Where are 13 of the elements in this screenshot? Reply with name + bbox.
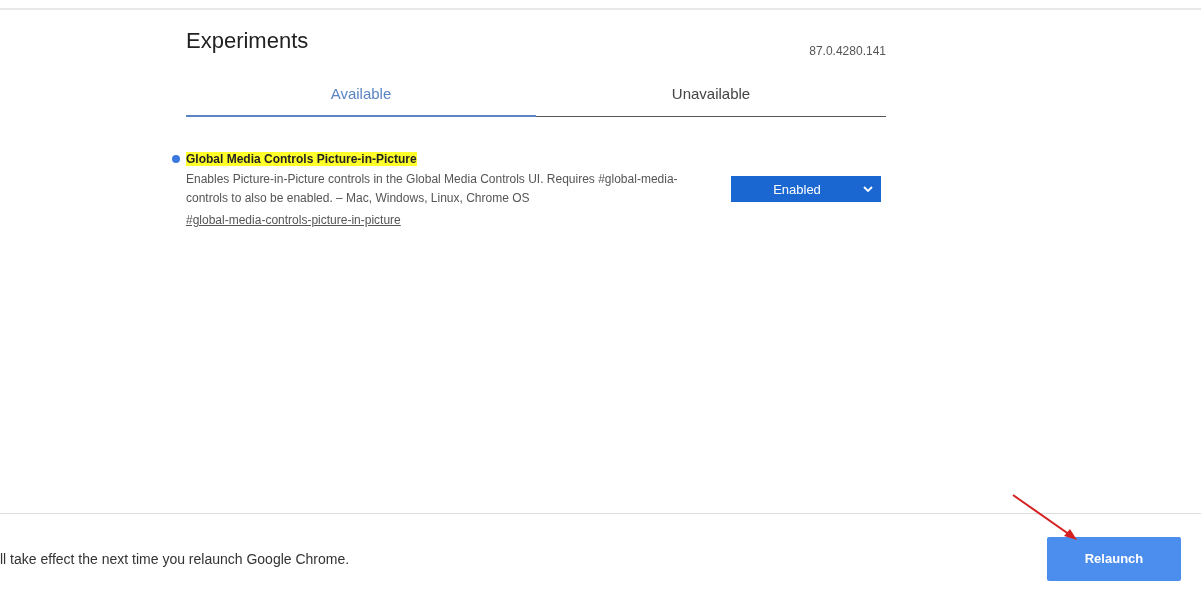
- tab[interactable]: Available: [186, 74, 536, 117]
- tab[interactable]: Unavailable: [536, 74, 886, 117]
- relaunch-button[interactable]: Relaunch: [1047, 536, 1181, 581]
- page-title: Experiments: [186, 28, 309, 54]
- version-text: 87.0.4280.141: [809, 44, 886, 58]
- experiment-description: Enables Picture-in-Picture controls in the Global Media Controls UI. Requires #global-media-controls to also be enabled. – Mac, Windows, Linux, Chrome OS: [186, 171, 679, 207]
- bullet-dot: [172, 155, 180, 163]
- experiment-link[interactable]: #global-media-controls-picture-in-picture: [186, 213, 401, 227]
- relaunch-message: ll take effect the next time you relaunch Google Chrome.: [0, 550, 350, 567]
- chevron-down-icon: [863, 186, 873, 192]
- state-dropdown[interactable]: Enabled: [731, 176, 881, 202]
- experiment-name: Global Media Controls Picture-in-Picture: [186, 152, 417, 166]
- arrow-annotation: [1012, 494, 1077, 540]
